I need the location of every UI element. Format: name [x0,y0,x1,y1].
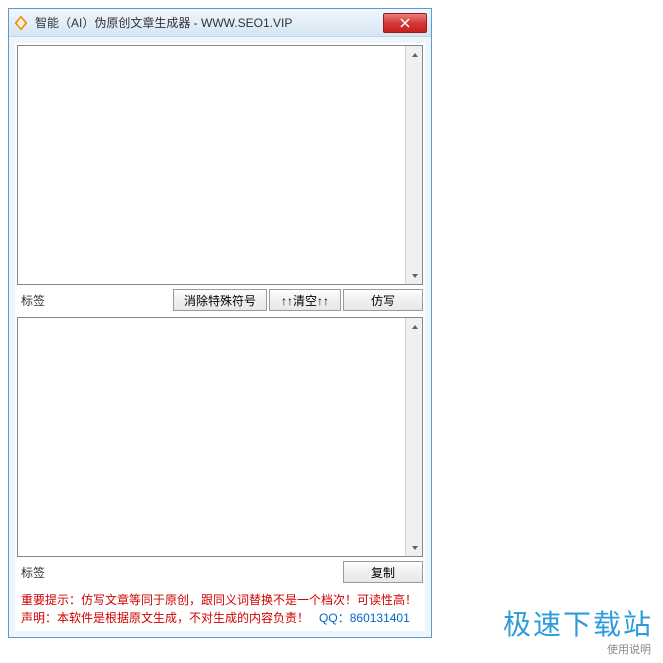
input-scrollbar[interactable] [405,46,422,284]
window-title: 智能（AI）伪原创文章生成器 - WWW.SEO1.VIP [35,14,383,31]
qq-number: 860131401 [350,611,410,625]
output-textarea[interactable] [18,318,404,556]
scroll-down-icon[interactable] [406,539,423,556]
important-text: 仿写文章等同于原创，跟同义词替换不是一个档次！可读性高！ [81,593,417,607]
output-textarea-wrapper [17,317,423,557]
qq-label: QQ： [319,611,350,625]
important-prefix: 重要提示： [21,593,81,607]
disclaimer-text: 本软件是根据原文生成，不对生成的内容负责！ [57,611,309,625]
app-icon [13,15,29,31]
footer-line1: 重要提示：仿写文章等同于原创，跟同义词替换不是一个档次！可读性高！ [21,591,419,609]
footer-line2: 声明：本软件是根据原文生成，不对生成的内容负责！ QQ：860131401 [21,609,419,627]
titlebar[interactable]: 智能（AI）伪原创文章生成器 - WWW.SEO1.VIP [9,9,431,37]
copy-button[interactable]: 复制 [343,561,423,583]
disclaimer-prefix: 声明： [21,611,57,625]
scroll-up-icon[interactable] [406,46,423,63]
bottom-label: 标签 [17,564,49,581]
footer-notice: 重要提示：仿写文章等同于原创，跟同义词替换不是一个档次！可读性高！ 声明：本软件… [15,587,425,631]
scroll-up-icon[interactable] [406,318,423,335]
client-area: 标签 消除特殊符号 ↑↑清空↑↑ 仿写 [9,37,431,637]
top-button-row: 标签 消除特殊符号 ↑↑清空↑↑ 仿写 [15,285,425,315]
inner-content: 标签 消除特殊符号 ↑↑清空↑↑ 仿写 [15,43,425,631]
input-textarea[interactable] [18,46,404,284]
top-label: 标签 [17,292,49,309]
bottom-button-row: 标签 复制 [15,557,425,587]
rewrite-button[interactable]: 仿写 [343,289,423,311]
output-scrollbar[interactable] [405,318,422,556]
watermark-logo: 极速下载站 [503,603,653,643]
scroll-down-icon[interactable] [406,267,423,284]
close-button[interactable] [383,13,427,33]
application-window: 智能（AI）伪原创文章生成器 - WWW.SEO1.VIP [8,8,432,638]
remove-special-button[interactable]: 消除特殊符号 [173,289,267,311]
input-textarea-wrapper [17,45,423,285]
clear-button[interactable]: ↑↑清空↑↑ [269,289,341,311]
